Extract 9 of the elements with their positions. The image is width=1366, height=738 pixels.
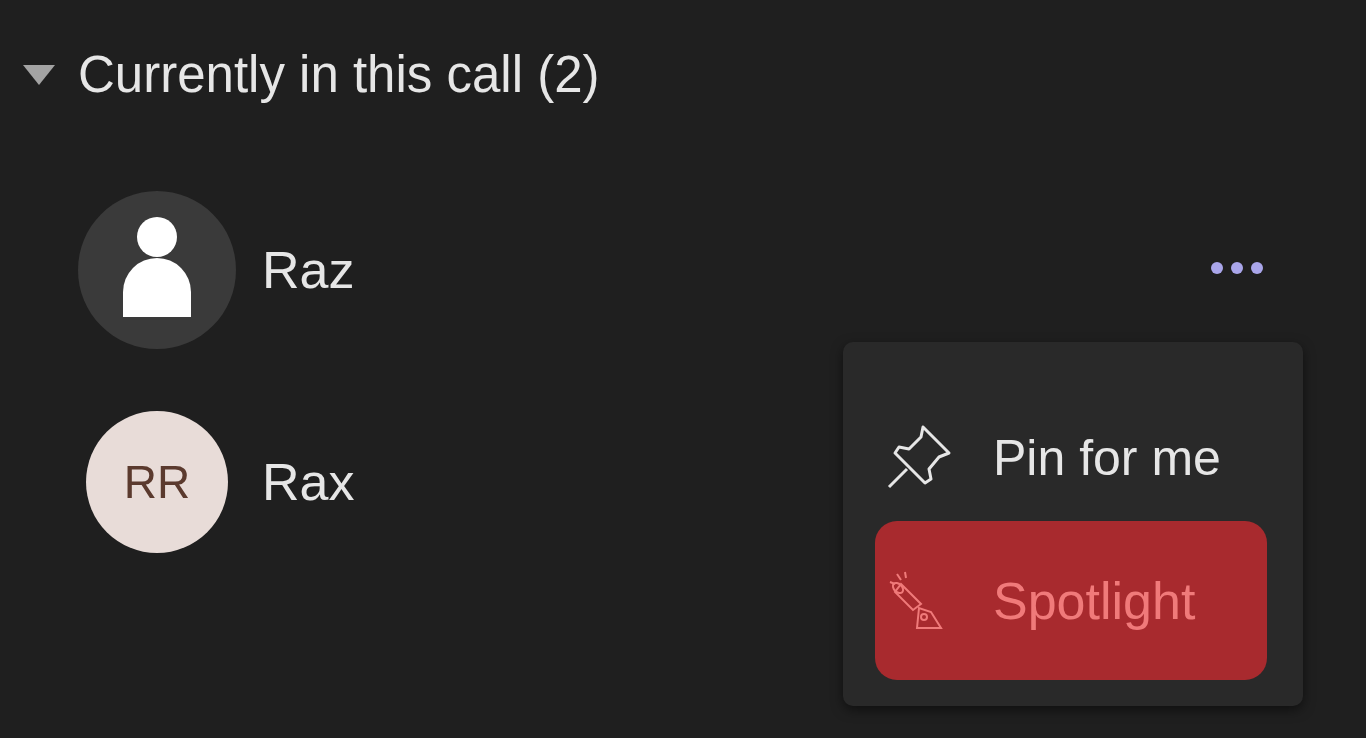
spotlight-icon xyxy=(887,569,943,632)
participant-name: Raz xyxy=(262,240,355,301)
participant-name: Rax xyxy=(262,452,355,513)
more-options-icon[interactable] xyxy=(1208,261,1266,275)
avatar-icon xyxy=(78,191,236,349)
avatar: RR xyxy=(86,411,228,553)
collapse-caret-icon[interactable] xyxy=(22,63,56,87)
menu-item[interactable]: Pin for me xyxy=(875,418,1267,498)
section-title: Currently in this call (2) xyxy=(78,48,600,102)
